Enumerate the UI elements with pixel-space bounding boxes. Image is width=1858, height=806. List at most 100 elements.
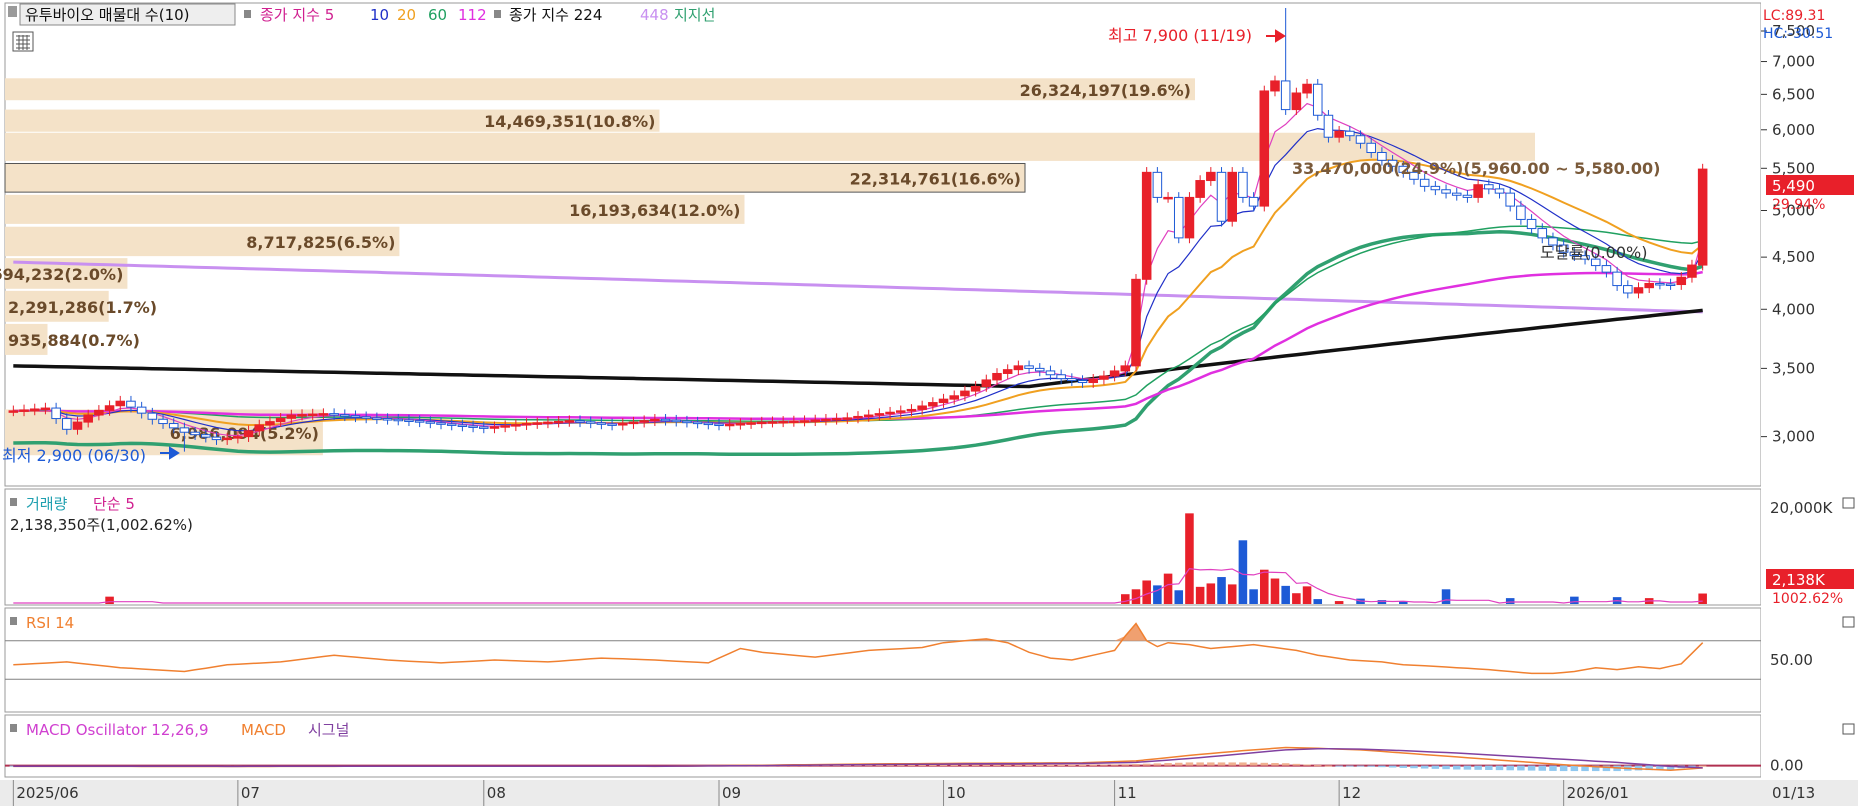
- x-tick-label-3: 09: [722, 784, 741, 802]
- candle-body-92: [992, 372, 1002, 381]
- macd-osc-bar-139: [1495, 765, 1504, 771]
- legend-square-icon: [244, 10, 251, 18]
- price-tick-label-2: 6,500: [1772, 85, 1815, 103]
- candle-body-15: [168, 423, 179, 429]
- candle-body-133: [1430, 185, 1441, 191]
- candle-body-81: [874, 413, 885, 416]
- stock-chart-window: 26,324,197(19.6%) 14,469,351(10.8%) 22,314…: [0, 0, 1858, 806]
- candle-body-99: [1067, 378, 1077, 382]
- rsi-panel-close-icon[interactable]: [1842, 616, 1855, 628]
- legend-ma10[interactable]: 10: [370, 6, 389, 24]
- legend-ma448[interactable]: 448: [640, 6, 669, 24]
- candle-body-112: [1206, 171, 1216, 182]
- volume-bar-10: [1217, 577, 1226, 604]
- candle-body-137: [1473, 184, 1483, 198]
- legend-ma20[interactable]: 20: [397, 6, 416, 24]
- macd-osc-bar-158: [1698, 765, 1707, 767]
- hc-value: HC:-30.51: [1763, 26, 1833, 42]
- macd-osc-bar-121: [1303, 764, 1311, 766]
- candle-body-53: [575, 420, 585, 423]
- candle-body-126: [1355, 135, 1366, 144]
- candle-body-143: [1537, 228, 1548, 239]
- candle-body-142: [1526, 218, 1537, 230]
- volume-profile-label-5: 8,717,825(6.5%): [246, 233, 395, 252]
- macd-legend-osc[interactable]: MACD Oscillator 12,26,9: [26, 721, 209, 739]
- macd-osc-bar-146: [1570, 765, 1579, 772]
- volume-bar-1: [1121, 594, 1130, 604]
- candle-body-59: [639, 420, 649, 423]
- volume-profile-bar-0: [5, 78, 1195, 101]
- volume-profile-label-6: 2,694,232(2.0%): [0, 265, 123, 284]
- candle-body-111: [1195, 180, 1205, 198]
- volume-bar-18: [1302, 586, 1312, 604]
- candle-body-8: [94, 409, 104, 416]
- volume-bar-29: [1698, 593, 1707, 604]
- rsi-legend-label[interactable]: RSI 14: [26, 614, 74, 632]
- macd-osc-bar-116: [1249, 762, 1258, 766]
- macd-osc-bar-89: [961, 764, 969, 766]
- candle-body-2: [29, 408, 40, 411]
- legend-ma5[interactable]: 종가 지수 5: [260, 6, 334, 24]
- volume-legend-ma[interactable]: 단순 5: [93, 495, 135, 513]
- macd-osc-bar-109: [1175, 762, 1183, 766]
- macd-legend-macd[interactable]: MACD: [241, 721, 286, 739]
- macd-osc-bar-113: [1217, 762, 1226, 766]
- volume-bar-5: [1163, 573, 1173, 604]
- volume-panel-close-icon[interactable]: [1842, 497, 1855, 509]
- volume-bar-3: [1142, 580, 1151, 604]
- volume-profile-bar-2: [5, 132, 1535, 161]
- x-tick-label-6: 12: [1342, 784, 1361, 802]
- legend-ma112[interactable]: 112: [458, 6, 487, 24]
- candle-body-108: [1163, 196, 1173, 200]
- candle-body-103: [1109, 370, 1120, 377]
- macd-osc-bar-110: [1185, 762, 1194, 766]
- candle-body-105: [1131, 278, 1141, 367]
- macd-osc-bar-123: [1324, 765, 1333, 767]
- price-tick-label-1: 7,000: [1772, 53, 1815, 71]
- candle-body-113: [1216, 171, 1227, 222]
- candle-body-118: [1270, 80, 1280, 92]
- legend-ma224[interactable]: 종가 지수 224: [509, 6, 602, 24]
- volume-tag-value: 2,138K: [1772, 571, 1826, 589]
- macd-osc-bar-126: [1356, 765, 1365, 767]
- candle-body-57: [618, 423, 628, 426]
- candle-body-58: [628, 421, 639, 425]
- macd-osc-bar-119: [1281, 763, 1290, 766]
- legend-support[interactable]: 지지선: [674, 6, 715, 24]
- legend-box-icon: [8, 6, 17, 17]
- macd-osc-bar-142: [1527, 765, 1536, 771]
- candle-body-91: [981, 379, 992, 387]
- candle-body-119: [1280, 80, 1291, 111]
- candle-body-120: [1291, 92, 1302, 111]
- candle-body-149: [1601, 265, 1612, 273]
- macd-osc-bar-141: [1517, 765, 1525, 771]
- macd-legend-signal[interactable]: 시그널: [308, 721, 349, 739]
- macd-osc-bar-124: [1335, 765, 1343, 767]
- candle-body-80: [863, 414, 874, 418]
- reach-rate-annotation: 도달률(0.00%): [1540, 243, 1647, 262]
- candle-body-62: [671, 419, 682, 423]
- candle-body-39: [425, 421, 436, 424]
- candle-body-88: [949, 395, 960, 400]
- candle-body-61: [660, 418, 671, 422]
- legend-title: 유투바이오 매물대 수(10): [25, 6, 190, 24]
- macd-osc-bar-131: [1410, 765, 1418, 769]
- legend-ma60[interactable]: 60: [428, 6, 447, 24]
- volume-legend-label[interactable]: 거래량: [26, 495, 68, 513]
- candle-body-121: [1302, 83, 1312, 94]
- high-annotation: 최고 7,900 (11/19): [1108, 26, 1252, 45]
- macd-osc-bar-100: [1078, 765, 1087, 767]
- current-band-annotation: 33,470,000(24.9%)(5,960.00 ~ 5,580.00): [1292, 159, 1660, 178]
- volume-bar-15: [1270, 578, 1280, 604]
- candle-body-100: [1077, 380, 1088, 384]
- macd-panel-close-icon[interactable]: [1842, 723, 1855, 735]
- volume-bar-17: [1292, 593, 1301, 604]
- candle-body-63: [682, 420, 692, 424]
- x-right-label: 01/13: [1772, 784, 1815, 802]
- macd-osc-bar-140: [1506, 765, 1514, 771]
- volume-bar-24: [1441, 589, 1451, 604]
- rsi-panel: [4, 607, 1762, 713]
- candle-body-23: [254, 424, 265, 432]
- volume-profile-label-3: 22,314,761(16.6%): [850, 169, 1021, 188]
- candle-body-110: [1184, 196, 1195, 239]
